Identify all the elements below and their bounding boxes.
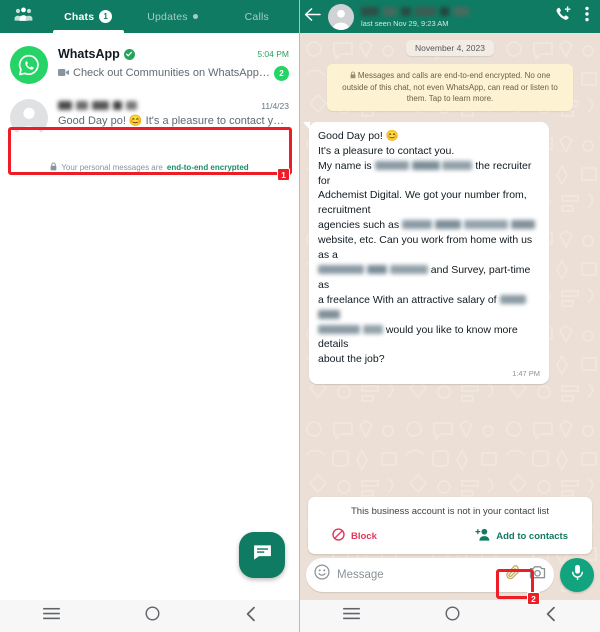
message-input-pill[interactable]: Message [306, 557, 554, 592]
message-line-1: Good Day po! 😊 [318, 129, 399, 142]
encryption-banner[interactable]: Messages and calls are end-to-end encryp… [327, 64, 573, 111]
add-call-icon[interactable] [555, 6, 572, 27]
lock-icon [50, 162, 57, 173]
whatsapp-conversation-screen: last seen Nov 29, 9:23 AM November 4, 20… [300, 0, 600, 632]
android-navigation-bar-right [300, 600, 600, 632]
verified-badge-icon [123, 48, 135, 60]
add-to-contacts-button[interactable]: Add to contacts [475, 528, 568, 544]
incoming-message-bubble[interactable]: Good Day po! 😊 It's a pleasure to contac… [303, 121, 549, 384]
date-separator: November 4, 2023 [406, 40, 494, 56]
conversation-body: November 4, 2023 Messages and calls are … [300, 33, 600, 600]
new-chat-fab[interactable] [239, 532, 285, 578]
recents-icon[interactable] [342, 607, 360, 625]
chat-snippet: Check out Communities on WhatsApp Bring … [73, 67, 270, 79]
tab-chats-label: Chats [64, 10, 95, 23]
tab-updates[interactable]: Updates [130, 0, 214, 33]
avatar [10, 99, 48, 137]
block-circle-slash-icon [332, 528, 345, 544]
tab-updates-dot [192, 14, 198, 19]
unread-count-badge: 2 [274, 65, 289, 81]
avatar[interactable] [328, 3, 354, 30]
chat-list: WhatsApp 5:04 PM Check out Communities o… [0, 33, 299, 600]
message-scroll-area: November 4, 2023 Messages and calls are … [300, 33, 600, 384]
screenshot-root: Chats 1 Updates Calls WhatsApp 5:04 PM C… [0, 0, 600, 632]
add-person-icon [475, 528, 490, 544]
avatar [10, 46, 48, 84]
communities-button[interactable] [0, 0, 46, 33]
contact-last-seen: last seen Nov 29, 9:23 AM [361, 18, 449, 28]
message-line-5: agencies such as [318, 218, 540, 233]
message-composer: Message [300, 554, 600, 600]
overflow-menu-icon[interactable] [585, 6, 589, 27]
conversation-app-bar: last seen Nov 29, 9:23 AM [300, 0, 600, 33]
communities-icon [14, 7, 33, 27]
annotation-badge-1: 1 [277, 168, 290, 181]
message-line-10: about the job? [318, 353, 385, 366]
new-chat-icon [252, 542, 273, 568]
message-line-3-prefix: My name is [318, 159, 375, 172]
tab-chats-badge: 1 [99, 10, 113, 23]
back-arrow-icon[interactable] [304, 7, 321, 27]
business-card-title: This business account is not in your con… [350, 506, 549, 517]
chat-timestamp: 5:04 PM [257, 49, 289, 59]
list-item-content: WhatsApp 5:04 PM Check out Communities o… [58, 46, 289, 82]
android-navigation-bar-left [0, 600, 299, 632]
emoji-smiley-icon[interactable] [314, 564, 330, 585]
message-line-9: would you like to know more details [318, 323, 540, 353]
microphone-icon [570, 564, 585, 586]
message-line-5-prefix: agencies such as [318, 219, 403, 232]
list-item[interactable]: WhatsApp 5:04 PM Check out Communities o… [0, 40, 299, 90]
message-timestamp: 1:47 PM [512, 369, 540, 379]
message-input[interactable]: Message [337, 569, 498, 581]
video-message-icon [58, 64, 69, 82]
message-line-2: It's a pleasure to contact you. [318, 144, 455, 157]
chat-list-app-bar: Chats 1 Updates Calls [0, 0, 299, 33]
message-line-3: My name is the recruiter for [318, 159, 540, 189]
home-circle-icon[interactable] [445, 606, 460, 626]
tab-chats[interactable]: Chats 1 [46, 0, 130, 33]
back-chevron-icon[interactable] [545, 606, 557, 627]
block-button-label: Block [351, 530, 377, 542]
conversation-list-item[interactable]: 11/4/23 Good Day po! 😊 It's a pleasure t… [0, 90, 299, 148]
home-circle-icon[interactable] [145, 606, 160, 626]
chat-title: WhatsApp [58, 47, 120, 61]
back-chevron-icon[interactable] [245, 606, 257, 627]
whatsapp-chat-list-screen: Chats 1 Updates Calls WhatsApp 5:04 PM C… [0, 0, 300, 632]
chat-list-tabs: Chats 1 Updates Calls [46, 0, 299, 33]
chat-title-redacted [58, 100, 137, 111]
contact-name-redacted [361, 6, 548, 17]
message-line-4: Adchemist Digital. We got your number fr… [318, 189, 527, 217]
paperclip-icon[interactable] [505, 564, 522, 586]
message-line-6: website, etc. Can you work from home wit… [318, 234, 533, 262]
message-line-7: and Survey, part-time as [318, 263, 540, 293]
conversation-contact-meta[interactable]: last seen Nov 29, 9:23 AM [361, 6, 548, 28]
block-button[interactable]: Block [332, 528, 377, 544]
tab-calls[interactable]: Calls [215, 0, 299, 33]
encrypted-note-emphasis: end-to-end encrypted [166, 163, 249, 172]
personal-messages-encrypted-note: Your personal messages are end-to-end en… [0, 162, 299, 173]
message-line-8-prefix: a freelance With an attractive salary of [318, 293, 500, 306]
conversation-actions [555, 6, 592, 27]
recents-icon[interactable] [42, 607, 60, 625]
add-to-contacts-label: Add to contacts [496, 530, 568, 542]
encrypted-note-prefix: Your personal messages are [61, 163, 163, 172]
annotation-badge-2: 2 [527, 592, 540, 605]
voice-message-button[interactable] [560, 557, 594, 592]
camera-icon[interactable] [529, 565, 546, 585]
chat-snippet: Good Day po! 😊 It's a pleasure to contac… [58, 115, 289, 127]
tab-updates-label: Updates [147, 10, 188, 23]
chat-timestamp: 11/4/23 [261, 100, 289, 111]
message-line-8: a freelance With an attractive salary of [318, 293, 540, 323]
business-account-card: This business account is not in your con… [308, 497, 592, 554]
list-item-content: 11/4/23 Good Day po! 😊 It's a pleasure t… [58, 99, 289, 127]
business-card-actions: Block Add to contacts [318, 528, 582, 544]
encryption-banner-text: Messages and calls are end-to-end encryp… [342, 71, 558, 104]
lock-icon [350, 71, 358, 80]
tab-calls-label: Calls [244, 10, 269, 23]
